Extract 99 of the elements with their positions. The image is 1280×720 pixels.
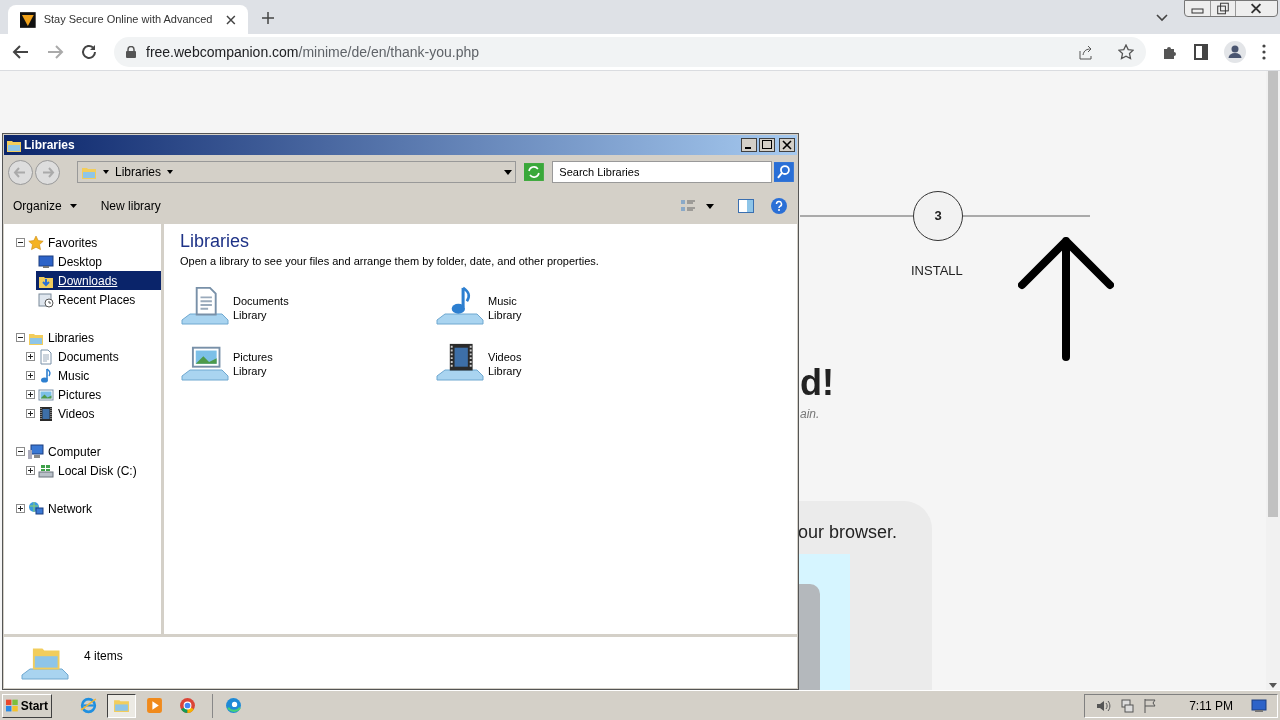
library-item[interactable]: Documents Library <box>180 283 435 332</box>
music-note-icon <box>38 367 54 384</box>
help-icon[interactable] <box>770 197 788 215</box>
minimize-icon[interactable] <box>741 138 757 152</box>
new-tab-icon[interactable] <box>262 12 274 24</box>
caret-icon <box>103 170 109 174</box>
image-icon <box>38 386 54 403</box>
library-name: Music <box>488 293 518 308</box>
caret-icon <box>167 170 174 174</box>
monitor-icon <box>38 253 54 270</box>
star-icon[interactable] <box>1118 44 1134 60</box>
globe-icon <box>28 500 44 517</box>
nav-item[interactable]: Downloads <box>36 271 161 290</box>
arrow-up-icon <box>1018 237 1114 361</box>
drive-icon <box>38 462 54 479</box>
expand-icon[interactable] <box>16 504 25 513</box>
caret-icon[interactable] <box>706 203 714 209</box>
window-title: Libraries <box>24 137 75 154</box>
computer-icon <box>28 443 44 460</box>
heading: d! <box>800 363 835 403</box>
library-type: Library <box>233 363 268 378</box>
taskbar-app[interactable] <box>107 693 136 718</box>
library-name: Documents <box>233 293 289 308</box>
nav-item[interactable]: Libraries <box>26 328 161 347</box>
expand-icon[interactable] <box>26 371 35 380</box>
profile-icon[interactable] <box>1224 41 1246 63</box>
flag-icon[interactable] <box>1143 697 1158 714</box>
dropdown-icon[interactable] <box>504 169 513 175</box>
address-field[interactable]: Libraries <box>77 161 517 183</box>
url-text: free.webcompanion.com/minime/de/en/thank-you.php <box>146 42 480 62</box>
document-icon <box>38 348 54 365</box>
subtitle: ain. <box>800 406 821 423</box>
browser-icon <box>179 697 196 714</box>
nav-item[interactable]: Favorites <box>26 233 161 252</box>
nav-item[interactable]: Documents <box>36 347 161 366</box>
step-label: INSTALL <box>911 262 964 280</box>
library-item[interactable]: Videos Library <box>435 339 690 388</box>
nav-item[interactable]: Music <box>36 366 161 385</box>
search-icon[interactable] <box>774 162 794 182</box>
show-desktop-icon[interactable] <box>1251 698 1267 713</box>
caret-icon <box>69 204 77 208</box>
nav-item[interactable]: Videos <box>36 404 161 423</box>
content-description: Open a library to see your files and arrange them by folder, date, and other properties. <box>180 254 600 269</box>
collapse-icon[interactable] <box>16 447 25 456</box>
content-heading: Libraries <box>180 230 251 252</box>
browser-icon <box>80 697 97 714</box>
card-text: our browser. <box>798 521 899 544</box>
nav-item[interactable]: Pictures <box>36 385 161 404</box>
close-icon[interactable] <box>226 14 236 25</box>
address-text: Libraries <box>115 164 162 181</box>
library-item[interactable]: Music Library <box>435 283 690 332</box>
nav-item[interactable]: Network <box>26 499 161 518</box>
folder-icon <box>113 697 130 714</box>
library-type: Library <box>233 307 268 322</box>
logo-icon <box>20 11 36 28</box>
nav-item[interactable]: Recent Places <box>36 290 161 309</box>
library-name: Videos <box>488 349 522 364</box>
play-icon <box>146 697 163 714</box>
star-icon <box>28 234 44 251</box>
share-icon[interactable] <box>1078 44 1094 60</box>
toolbar-button[interactable]: New library <box>100 197 161 215</box>
refresh-icon[interactable] <box>524 163 545 181</box>
clock-icon <box>38 291 54 308</box>
puzzle-icon[interactable] <box>1162 44 1178 60</box>
nav-item[interactable]: Local Disk (C:) <box>36 461 161 480</box>
toolbar-button[interactable]: Organize <box>13 197 77 215</box>
expand-icon[interactable] <box>26 390 35 399</box>
expand-icon[interactable] <box>26 409 35 418</box>
address-bar[interactable]: free.webcompanion.com/minime/de/en/thank-you.php <box>114 37 1146 67</box>
start-button[interactable]: Start <box>2 693 52 718</box>
tab-title: Stay Secure Online with Advanced <box>43 12 214 28</box>
film-icon <box>38 405 54 422</box>
side-panel-icon[interactable] <box>1194 44 1208 60</box>
collapse-icon[interactable] <box>16 238 25 247</box>
browser-icon <box>225 697 242 714</box>
library-type: Library <box>488 363 522 378</box>
nav-item[interactable]: Computer <box>26 442 161 461</box>
browser-tab[interactable]: Stay Secure Online with Advanced <box>8 5 248 34</box>
item-count: 4 items <box>84 648 123 665</box>
maximize-icon[interactable] <box>759 138 775 152</box>
nav-item[interactable]: Desktop <box>36 252 161 271</box>
chevron-down-icon[interactable] <box>1156 14 1168 22</box>
windows-logo-icon <box>6 698 19 713</box>
library-name: Pictures <box>233 349 273 364</box>
expand-icon[interactable] <box>26 466 35 475</box>
preview-pane-icon[interactable] <box>738 199 754 213</box>
library-type: Library <box>488 307 522 322</box>
collapse-icon[interactable] <box>16 333 25 342</box>
search-field[interactable]: Search Libraries <box>552 161 773 183</box>
close-icon[interactable] <box>779 138 795 152</box>
back-icon[interactable] <box>12 43 30 61</box>
network-icon[interactable] <box>1119 697 1136 714</box>
library-item[interactable]: Pictures Library <box>180 339 435 388</box>
expand-icon[interactable] <box>26 352 35 361</box>
scrollbar-thumb[interactable] <box>1268 71 1278 517</box>
menu-icon[interactable] <box>1262 44 1266 60</box>
clock[interactable]: 7:11 PM <box>1189 696 1233 715</box>
lock-icon <box>126 46 136 58</box>
reload-icon[interactable] <box>80 43 98 61</box>
